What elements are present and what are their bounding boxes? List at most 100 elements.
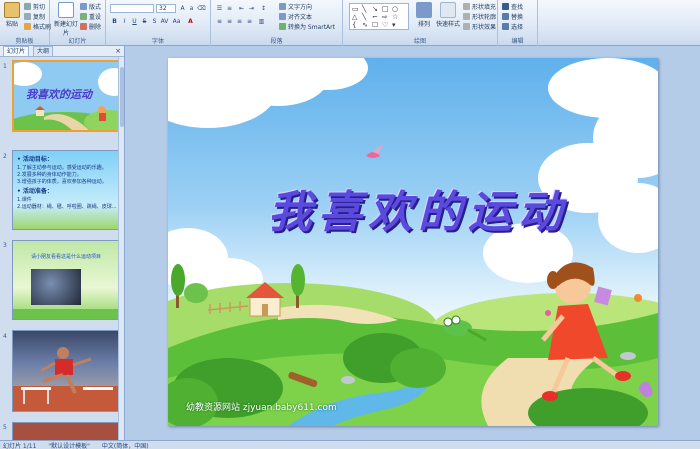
arrange-button[interactable]: 排列 <box>413 2 435 28</box>
triangle-icon: △ <box>352 13 358 21</box>
delete-button[interactable]: 删除 <box>80 22 101 31</box>
tab-outline[interactable]: 大纲 <box>33 46 54 56</box>
slide-number: 4 <box>3 333 7 340</box>
scissors-icon <box>24 3 31 10</box>
close-icon[interactable]: × <box>115 47 121 55</box>
connector-icon: ⌐ <box>372 13 378 21</box>
smartart-icon <box>279 23 286 30</box>
format-painter-button[interactable]: 格式刷 <box>24 22 51 31</box>
thumb3-photo <box>31 269 81 305</box>
font-size-combo[interactable]: 32 <box>156 4 176 13</box>
columns-button[interactable]: ▥ <box>257 17 266 26</box>
font-color-button[interactable]: A <box>186 17 195 26</box>
new-slide-icon <box>58 2 74 18</box>
shapes-gallery[interactable]: ▭ ╲ ↘ □ ○ △ ╲ ⌐ ⇨ ☆ { ∿ ☐ ♡ ▾ <box>349 3 409 30</box>
shape-effects-button[interactable]: 形状效果 <box>463 22 496 31</box>
quick-styles-button[interactable]: 快速样式 <box>435 2 461 28</box>
justify-button[interactable]: ≡ <box>245 17 254 26</box>
slide-watermark: 幼教资源网站 zjyuan.baby611.com <box>186 403 337 413</box>
shrink-font-button[interactable]: a <box>187 4 196 13</box>
slide-thumbnail-5[interactable] <box>12 422 121 442</box>
thumb2-line: 2.发展多种的身体动作能力。 <box>17 172 82 178</box>
slide-number: 5 <box>3 424 7 431</box>
pane-scrollbar[interactable] <box>118 57 124 440</box>
replace-button[interactable]: 替换 <box>502 12 523 21</box>
thumb2-line: • 活动准备： <box>17 188 53 195</box>
effects-icon <box>463 23 470 30</box>
convert-smartart-button[interactable]: 转换为 SmartArt <box>279 22 335 31</box>
curve-icon: ∿ <box>362 21 368 29</box>
font-label: 字体 <box>151 38 164 45</box>
bold-button[interactable]: B <box>110 17 119 26</box>
text-direction-button[interactable]: 文字方向 <box>279 2 312 11</box>
align-text-icon <box>279 13 286 20</box>
slide-thumbnail-1[interactable]: 我喜欢的运动 <box>12 60 121 132</box>
layout-button[interactable]: 版式 <box>80 2 101 11</box>
find-button[interactable]: 查找 <box>502 2 523 11</box>
language-indicator[interactable]: 中文(简体，中国) <box>102 441 149 449</box>
brush-icon <box>24 23 31 30</box>
slide-thumbnail-2[interactable]: • 活动目标： 1.了解主动参与运动，感受运动的乐趣。 2.发展多种的身体动作能… <box>12 150 121 230</box>
numbering-button[interactable]: ≡ <box>225 4 234 13</box>
thumb4-hurdler-photo <box>13 347 120 411</box>
strikethrough-button[interactable]: S <box>140 17 149 26</box>
line-icon: ╲ <box>362 5 367 13</box>
align-left-button[interactable]: ≡ <box>215 17 224 26</box>
reset-icon <box>80 13 87 20</box>
thumb3-grass <box>13 309 120 319</box>
thumb3-caption: 请小朋友看看这是什么运动项目 <box>31 254 102 260</box>
line-spacing-button[interactable]: ↕ <box>259 4 268 13</box>
rect-icon: □ <box>382 5 389 13</box>
paragraph-label: 段落 <box>270 38 283 45</box>
bullets-button[interactable]: ☰ <box>215 4 224 13</box>
current-slide[interactable]: 我喜欢的运动 幼教资源网站 zjyuan.baby611.com <box>168 58 658 426</box>
new-slide-button[interactable]: 新建幻灯片 <box>54 2 78 37</box>
more-shapes-icon: ▾ <box>392 21 396 29</box>
thumb2-line: 3.增强孩子的体质，喜欢参加各种运动。 <box>17 179 107 185</box>
thumb2-line: 1.课件 <box>17 197 32 203</box>
ribbon: 粘贴 剪切 复制 格式刷 剪贴板 新建幻灯片 版式 重设 删除 幻灯片 32 A… <box>0 0 700 46</box>
font-group: 32 A a ⌫ B I U S S AV Aa A 字体 <box>106 0 211 46</box>
slide-thumbnail-4[interactable] <box>12 330 121 412</box>
select-button[interactable]: 选择 <box>502 22 523 31</box>
paste-icon <box>4 2 20 18</box>
star-icon: ☆ <box>392 13 399 21</box>
slide-thumbnail-3[interactable]: 请小朋友看看这是什么运动项目 <box>12 240 121 320</box>
grow-font-button[interactable]: A <box>178 4 187 13</box>
slide-number: 3 <box>3 242 7 249</box>
editing-label: 编辑 <box>511 38 524 45</box>
align-right-button[interactable]: ≡ <box>235 17 244 26</box>
slides-label: 幻灯片 <box>68 38 87 45</box>
spacing-button[interactable]: AV <box>160 17 169 26</box>
cut-button[interactable]: 剪切 <box>24 2 45 11</box>
scroll-thumb[interactable] <box>120 67 124 127</box>
reset-button[interactable]: 重设 <box>80 12 101 21</box>
binoculars-icon <box>502 3 509 10</box>
slide-counter: 幻灯片 1/11 <box>3 442 37 449</box>
slides-group: 新建幻灯片 版式 重设 删除 幻灯片 <box>50 0 106 46</box>
clipboard-label: 剪贴板 <box>15 38 34 45</box>
clipboard-group: 粘贴 剪切 复制 格式刷 剪贴板 <box>0 0 51 46</box>
shape-fill-button[interactable]: 形状填充 <box>463 2 496 11</box>
theme-name: "默认设计模板" <box>48 442 90 449</box>
cursor-icon <box>502 23 509 30</box>
increase-indent-button[interactable]: ⇥ <box>247 4 256 13</box>
delete-icon <box>80 23 87 30</box>
font-name-combo[interactable] <box>110 4 154 13</box>
decrease-indent-button[interactable]: ⇤ <box>237 4 246 13</box>
underline-button[interactable]: U <box>130 17 139 26</box>
paste-button[interactable]: 粘贴 <box>1 2 23 28</box>
slide-number: 2 <box>3 153 7 160</box>
shape-outline-button[interactable]: 形状轮廓 <box>463 12 496 21</box>
drawing-label: 绘图 <box>413 38 426 45</box>
slide-title[interactable]: 我喜欢的运动 <box>228 176 608 240</box>
change-case-button[interactable]: Aa <box>172 17 181 26</box>
shadow-button[interactable]: S <box>150 17 159 26</box>
clear-format-icon[interactable]: ⌫ <box>197 4 206 13</box>
tab-slides[interactable]: 幻灯片 <box>3 46 30 56</box>
paint-bucket-icon <box>463 3 470 10</box>
copy-button[interactable]: 复制 <box>24 12 45 21</box>
align-center-button[interactable]: ≡ <box>225 17 234 26</box>
align-text-button[interactable]: 对齐文本 <box>279 12 312 21</box>
italic-button[interactable]: I <box>120 17 129 26</box>
